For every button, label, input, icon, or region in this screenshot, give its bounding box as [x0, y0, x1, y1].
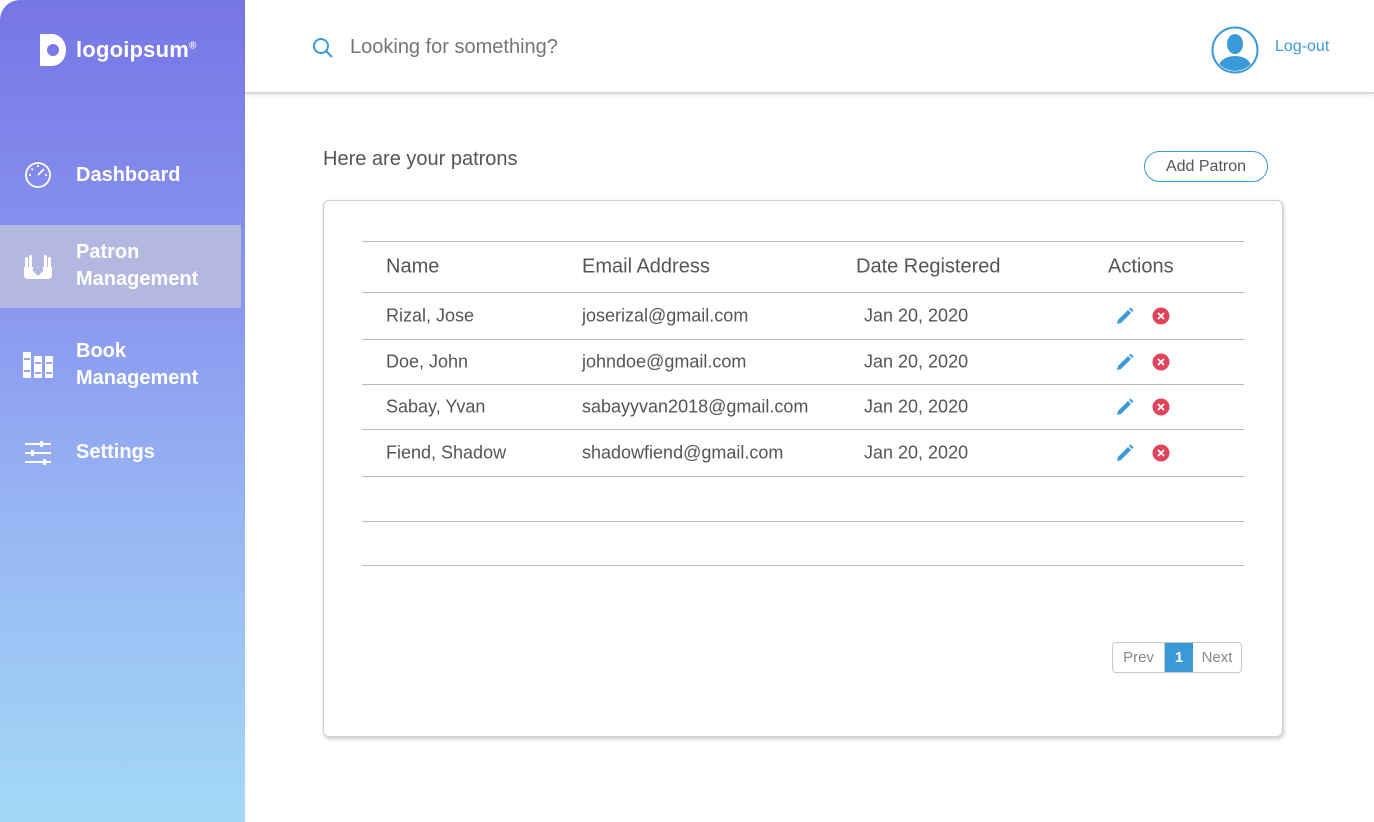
sidebar-item-label: Book Management	[76, 338, 198, 392]
patron-email: johndoe@gmail.com	[582, 351, 747, 372]
sidebar-item-dashboard[interactable]: Dashboard	[0, 150, 245, 200]
top-bar: Log-out	[245, 0, 1374, 94]
delete-icon[interactable]	[1152, 444, 1170, 462]
column-header-date[interactable]: Date Registered	[856, 256, 1001, 279]
patron-email: joserizal@gmail.com	[582, 305, 749, 326]
table-row-empty	[362, 476, 1244, 521]
sidebar-item-label-line2: Management	[76, 268, 199, 290]
search-input[interactable]	[350, 36, 750, 59]
patron-name: Fiend, Shadow	[386, 442, 507, 463]
sidebar-item-patron-management[interactable]: Patron Management	[0, 225, 241, 308]
speedometer-icon	[22, 159, 54, 191]
sidebar-item-label-line2: Management	[76, 367, 199, 389]
pagination-prev-button[interactable]: Prev	[1113, 643, 1165, 672]
column-header-actions: Actions	[1108, 255, 1174, 278]
patron-name: Doe, John	[386, 351, 469, 372]
delete-icon[interactable]	[1152, 398, 1170, 416]
logo[interactable]: logoipsum®	[38, 32, 197, 68]
pencil-icon[interactable]	[1115, 443, 1135, 463]
patron-date: Jan 20, 2020	[864, 396, 969, 417]
patron-name: Sabay, Yvan	[386, 396, 486, 417]
delete-icon[interactable]	[1152, 307, 1170, 325]
patron-email: sabayyvan2018@gmail.com	[582, 396, 809, 417]
logo-mark-icon	[38, 32, 68, 68]
sidebar-item-book-management[interactable]: Book Management	[0, 320, 245, 410]
add-patron-button[interactable]: Add Patron	[1144, 151, 1268, 182]
sidebar-item-label: Settings	[76, 441, 155, 463]
column-header-email[interactable]: Email Address	[582, 256, 710, 279]
table-row: Doe, John johndoe@gmail.com Jan 20, 2020	[362, 339, 1244, 384]
hands-heart-icon	[22, 251, 54, 283]
page-title: Here are your patrons	[323, 148, 518, 170]
avatar[interactable]	[1211, 26, 1259, 74]
pagination-next-button[interactable]: Next	[1193, 643, 1241, 672]
pagination-page-1[interactable]: 1	[1165, 643, 1193, 672]
patron-date: Jan 20, 2020	[864, 305, 969, 326]
logo-text: logoipsum®	[76, 37, 197, 62]
column-header-name[interactable]: Name	[386, 256, 439, 279]
patron-name: Rizal, Jose	[386, 305, 475, 326]
patron-email: shadowfiend@gmail.com	[582, 442, 784, 463]
sidebar-item-label: Patron Management	[76, 239, 198, 293]
table-row: Rizal, Jose joserizal@gmail.com Jan 20, …	[362, 292, 1244, 339]
sidebar-item-settings[interactable]: Settings	[0, 430, 245, 475]
logout-link[interactable]: Log-out	[1275, 38, 1329, 56]
table-header-row: Name Email Address Date Registered Actio…	[362, 241, 1244, 292]
books-icon	[22, 349, 54, 381]
patron-date: Jan 20, 2020	[864, 442, 969, 463]
patron-date: Jan 20, 2020	[864, 351, 969, 372]
delete-icon[interactable]	[1152, 353, 1170, 371]
sidebar-item-label-line1: Book	[76, 340, 126, 362]
sidebar-item-label-line1: Patron	[76, 241, 140, 263]
table-row-empty	[362, 521, 1244, 566]
pagination: Prev 1 Next	[1112, 642, 1242, 673]
search-icon[interactable]	[312, 37, 334, 59]
patrons-table: Name Email Address Date Registered Actio…	[362, 241, 1244, 566]
table-row: Sabay, Yvan sabayyvan2018@gmail.com Jan …	[362, 384, 1244, 429]
patrons-card: Name Email Address Date Registered Actio…	[323, 200, 1283, 737]
sidebar-item-label: Dashboard	[76, 163, 181, 186]
sliders-icon	[22, 437, 54, 469]
pencil-icon[interactable]	[1115, 352, 1135, 372]
pencil-icon[interactable]	[1115, 397, 1135, 417]
pencil-icon[interactable]	[1115, 306, 1135, 326]
table-row: Fiend, Shadow shadowfiend@gmail.com Jan …	[362, 429, 1244, 476]
sidebar: logoipsum® Dashboard Patron Management B…	[0, 0, 245, 822]
